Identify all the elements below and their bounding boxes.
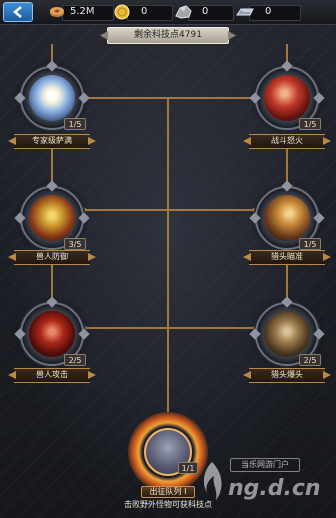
resource-wood[interactable]: 5.2M [48, 3, 114, 21]
resource-gold[interactable]: 0 [113, 3, 173, 21]
node-level-badge: 3/5 [64, 238, 86, 250]
back-button[interactable] [3, 2, 33, 22]
watermark-text: ng.d.cn [228, 476, 321, 501]
node-level-badge: 2/5 [299, 354, 321, 366]
catapult-aim-icon [264, 195, 310, 241]
tech-node-headhunter-burst[interactable]: 2/5 [249, 296, 325, 366]
tech-node-expert-shaman[interactable]: 1/5 [14, 60, 90, 130]
tech-node-label: 猎头爆头 [249, 368, 325, 383]
node-level-badge: 2/5 [64, 354, 86, 366]
tech-node-label: 专家级萨满 [14, 134, 90, 149]
resource-iron[interactable]: 0 [235, 3, 301, 21]
tech-node-label: 兽人攻击 [14, 368, 90, 383]
node-level-badge: 1/5 [299, 238, 321, 250]
node-level-badge: 1/5 [64, 118, 86, 130]
iron-amount: 0 [265, 6, 272, 17]
watermark-logo-icon [203, 462, 222, 500]
node-level-badge: 1/5 [299, 118, 321, 130]
wood-log-icon [50, 7, 64, 17]
gold-amount: 0 [141, 6, 148, 17]
resource-silver[interactable]: 0 [174, 3, 234, 21]
gold-coin-icon [114, 4, 130, 20]
node-level-badge: 1/1 [178, 462, 198, 474]
tech-node-headhunter-aim[interactable]: 1/5 [249, 180, 325, 250]
tech-node-label: 兽人防御 [14, 250, 90, 265]
orc-shield-icon [29, 195, 75, 241]
warrior-rage-icon [264, 75, 310, 121]
tech-node-label: 战斗怒火 [249, 134, 325, 149]
top-resource-bar: 5.2M 0 0 0 [0, 0, 336, 25]
catapult-burst-icon [264, 311, 310, 357]
light-orb-icon [29, 75, 75, 121]
silver-amount: 0 [202, 6, 209, 17]
tech-node-battle-fury[interactable]: 1/5 [249, 60, 325, 130]
tech-node-label: 猎头瞄准 [249, 250, 325, 265]
back-arrow-icon [13, 6, 22, 18]
silver-ore-icon [175, 5, 192, 19]
tech-node-orc-defense[interactable]: 3/5 [14, 180, 90, 250]
remaining-tech-points-banner: 剩余科技点4791 [107, 27, 229, 44]
iron-ingot-icon [236, 8, 254, 16]
orc-axe-icon [29, 311, 75, 357]
wood-amount: 5.2M [70, 6, 95, 17]
watermark-box: 当乐网游门户 [230, 458, 300, 472]
tech-node-march-queue[interactable]: 1/1 [128, 412, 208, 492]
march-queue-label: 出征队列 I [141, 486, 195, 498]
tech-node-orc-attack[interactable]: 2/5 [14, 296, 90, 366]
